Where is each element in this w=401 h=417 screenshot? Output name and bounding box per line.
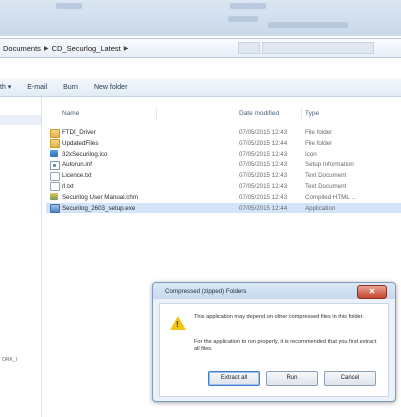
- file-type: Application: [305, 204, 336, 212]
- new-folder-button[interactable]: New folder: [86, 84, 135, 91]
- file-type: File folder: [305, 129, 333, 136]
- file-name: Autorun.inf: [62, 161, 92, 169]
- search-input[interactable]: [262, 42, 374, 54]
- file-name: Securilog User Manual.chm: [62, 193, 138, 201]
- compressed-folders-dialog: Compressed (zipped) Folders ✕ ! This app…: [152, 282, 396, 402]
- file-date-modified: 07/05/2015 12:43: [239, 193, 288, 201]
- run-button[interactable]: Run: [266, 371, 318, 386]
- file-row[interactable]: UpdatedFiles 07/05/2015 12:44 File folder: [46, 138, 401, 149]
- column-divider[interactable]: [156, 107, 157, 121]
- command-toolbar: th ▾ E-mail Burn New folder: [0, 78, 401, 97]
- file-date-modified: 07/05/2015 12:43: [239, 161, 288, 169]
- file-name: 32xSecurilog.ico: [62, 150, 108, 158]
- file-type: Compiled HTML ...: [305, 193, 357, 201]
- dialog-title: Compressed (zipped) Folders: [165, 288, 247, 295]
- file-date-modified: 07/05/2015 12:44: [239, 139, 288, 147]
- file-name: rl.txt: [62, 182, 74, 190]
- blurred-control: [238, 42, 260, 54]
- dialog-body: ! This application may depend on other c…: [159, 303, 389, 397]
- address-bar[interactable]: Documents ▶ CD_Securlog_Latest ▶: [0, 38, 401, 58]
- file-row[interactable]: 32xSecurilog.ico 07/05/2015 12:43 Icon: [46, 149, 401, 160]
- email-button[interactable]: E-mail: [19, 84, 55, 91]
- window-top-chrome: [0, 0, 401, 36]
- setup-file-icon: [50, 160, 60, 170]
- file-row[interactable]: Autorun.inf 07/05/2015 12:43 Setup Informa…: [46, 159, 401, 170]
- column-headers: Name Date modified Type: [46, 107, 401, 121]
- file-row[interactable]: Securilog_2603_setup.exe 07/05/2015 12:44…: [46, 202, 401, 214]
- blurred-tab: [56, 3, 82, 9]
- file-type: Setup Information: [305, 161, 354, 169]
- file-type: Text Document: [305, 172, 347, 180]
- nav-selected-item[interactable]: [0, 115, 41, 125]
- column-divider[interactable]: [301, 107, 302, 121]
- breadcrumb-separator-icon: ▶: [123, 45, 129, 52]
- folder-icon: [50, 128, 60, 138]
- dialog-title-bar: Compressed (zipped) Folders ✕: [153, 283, 395, 299]
- header-type[interactable]: Type: [305, 110, 319, 117]
- breadcrumb-documents[interactable]: Documents: [0, 44, 44, 53]
- file-type: Text Document: [305, 182, 347, 190]
- file-row[interactable]: FTDI_Driver 07/05/2015 12:43 File folder: [46, 127, 401, 138]
- exe-file-icon: [50, 204, 60, 214]
- breadcrumb-cd-securlog[interactable]: CD_Securlog_Latest: [49, 44, 124, 53]
- file-date-modified: 07/05/2015 12:44: [239, 204, 288, 212]
- navigation-pane[interactable]: ORK_I: [0, 97, 42, 417]
- nav-item-label[interactable]: ORK_I: [2, 357, 17, 363]
- blurred-tab: [230, 3, 266, 9]
- blurred-tab: [228, 16, 258, 22]
- file-name: Securilog_2603_setup.exe: [62, 204, 136, 212]
- file-row[interactable]: rl.txt 07/05/2015 12:43 Text Document: [46, 181, 401, 192]
- file-date-modified: 07/05/2015 12:43: [239, 150, 288, 158]
- file-name: Licence.txt: [62, 172, 92, 180]
- warning-mark-icon: !: [176, 320, 179, 329]
- close-button[interactable]: ✕: [357, 285, 387, 299]
- dialog-message: This application may depend on other com…: [194, 314, 364, 320]
- file-name: FTDI_Driver: [62, 129, 96, 136]
- burn-button[interactable]: Burn: [55, 84, 86, 91]
- header-date-modified[interactable]: Date modified: [239, 110, 279, 117]
- toolbar-share-menu[interactable]: th ▾: [0, 83, 19, 91]
- file-row[interactable]: Licence.txt 07/05/2015 12:43 Text Document: [46, 170, 401, 181]
- file-row[interactable]: Securilog User Manual.chm 07/05/2015 12:4…: [46, 192, 401, 203]
- text-file-icon: [50, 171, 60, 181]
- extract-all-button[interactable]: Extract all: [208, 371, 260, 386]
- file-date-modified: 07/05/2015 12:43: [239, 129, 288, 136]
- dialog-recommendation: For the application to run properly, it …: [194, 339, 377, 352]
- chm-file-icon: [50, 193, 58, 201]
- header-name[interactable]: Name: [62, 110, 79, 117]
- blurred-tab: [268, 22, 348, 28]
- file-type: File folder: [305, 139, 333, 147]
- cancel-button[interactable]: Cancel: [324, 371, 376, 386]
- file-type: Icon: [305, 150, 317, 158]
- file-date-modified: 07/05/2015 12:43: [239, 172, 288, 180]
- ico-file-icon: [50, 150, 58, 158]
- file-date-modified: 07/05/2015 12:43: [239, 182, 288, 190]
- file-name: UpdatedFiles: [62, 139, 99, 147]
- folder-icon: [50, 139, 60, 149]
- file-list: FTDI_Driver 07/05/2015 12:43 File folder Up…: [46, 127, 401, 214]
- text-file-icon: [50, 182, 60, 192]
